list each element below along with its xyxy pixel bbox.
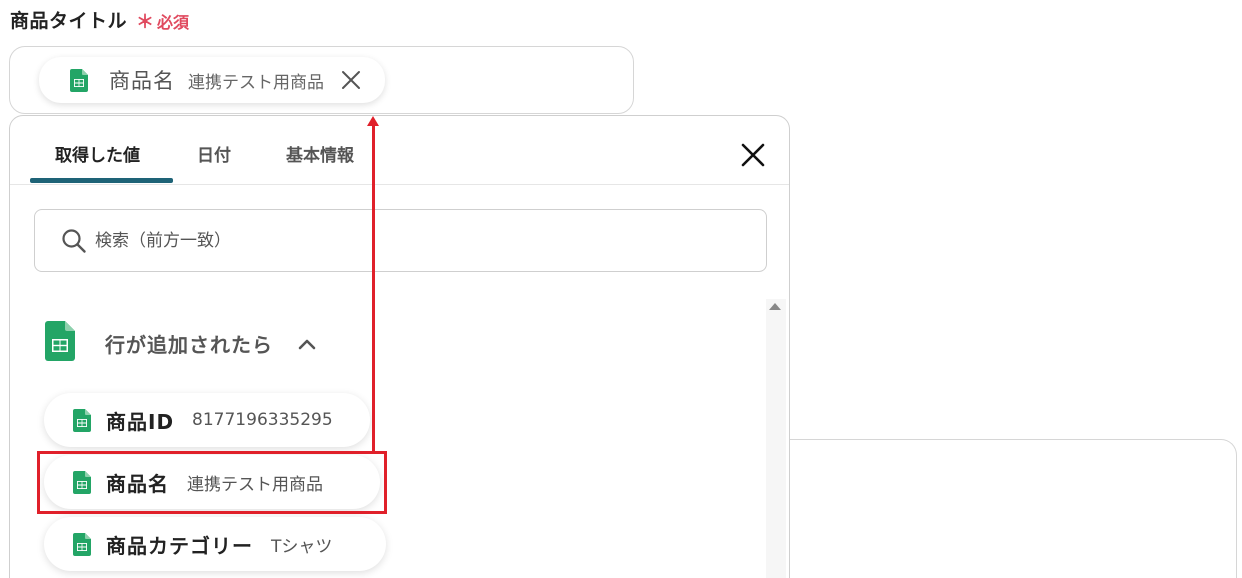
required-asterisk: ＊ bbox=[136, 12, 154, 33]
list-item[interactable]: 商品ID 8177196335295 bbox=[44, 393, 370, 447]
next-field-input[interactable] bbox=[790, 439, 1237, 578]
close-icon[interactable] bbox=[738, 140, 768, 170]
google-sheets-icon bbox=[73, 408, 91, 432]
annotation-arrow-line bbox=[372, 124, 375, 451]
remove-chip-icon[interactable] bbox=[340, 69, 362, 91]
search-input[interactable] bbox=[95, 230, 695, 251]
scroll-up-arrow-icon[interactable] bbox=[769, 303, 781, 310]
section-title[interactable]: 行が追加されたら bbox=[105, 329, 273, 358]
list-item[interactable]: 商品カテゴリー Tシャツ bbox=[44, 517, 386, 571]
scrollbar[interactable] bbox=[766, 299, 786, 578]
item-name: 商品カテゴリー bbox=[106, 533, 253, 558]
tab-bar: 取得した値 日付 基本情報 bbox=[10, 116, 789, 185]
item-value: Tシャツ bbox=[271, 536, 333, 557]
field-label: 商品タイトル bbox=[10, 10, 128, 32]
tab-retrieved-values[interactable]: 取得した値 bbox=[55, 141, 140, 166]
item-name: 商品ID bbox=[106, 409, 175, 434]
search-icon bbox=[62, 228, 86, 253]
tab-date[interactable]: 日付 bbox=[197, 141, 231, 166]
highlight-box bbox=[37, 451, 387, 514]
chevron-up-icon[interactable] bbox=[296, 333, 318, 355]
google-sheets-icon bbox=[45, 321, 75, 361]
google-sheets-icon bbox=[70, 68, 88, 92]
tab-basic-info[interactable]: 基本情報 bbox=[286, 141, 354, 166]
search-box[interactable] bbox=[34, 209, 767, 272]
item-value: 8177196335295 bbox=[192, 410, 333, 430]
selected-value-chip[interactable]: 商品名 連携テスト用商品 bbox=[39, 57, 385, 103]
chip-value: 連携テスト用商品 bbox=[188, 72, 324, 93]
arrow-up-icon bbox=[367, 116, 379, 126]
required-label: 必須 bbox=[157, 13, 190, 32]
chip-name: 商品名 bbox=[109, 69, 175, 93]
active-tab-indicator bbox=[30, 178, 173, 183]
google-sheets-icon bbox=[73, 532, 91, 556]
